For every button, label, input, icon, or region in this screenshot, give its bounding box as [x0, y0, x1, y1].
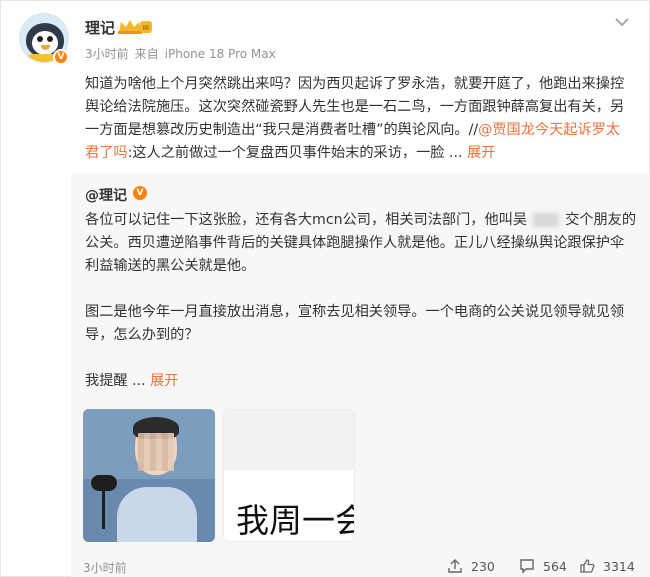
repost-para-1: 各位可以记住一下这张脸，还有各大mcn公司，相关司法部门，他叫吴 交个朋友的公关。…: [85, 209, 637, 278]
repost-author[interactable]: @理记: [85, 185, 127, 205]
repost-count: 230: [471, 559, 495, 574]
repost-author-name[interactable]: 理记: [99, 188, 127, 204]
level-badge-text: III: [143, 24, 149, 32]
like-button[interactable]: 3314: [579, 558, 635, 574]
comment-button[interactable]: 564: [519, 558, 567, 574]
repost-para-2: 图二是他今年一月直接放出消息，宣称去见相关领导。一个电商的公关说见领导就见领导，…: [85, 304, 625, 343]
repost-para-1a: 各位可以记住一下这张脸，还有各大mcn公司，相关司法部门，他叫吴: [85, 212, 528, 228]
verified-badge-icon: V: [53, 49, 69, 65]
repost-image-2[interactable]: 我周一会: [223, 409, 355, 542]
post-text: 知道为啥他上个月突然跳出来吗？因为西贝起诉了罗永浩，就要开庭了，他跑出来操控舆论…: [85, 73, 631, 165]
device-name: iPhone 18 Pro Max: [164, 47, 276, 61]
like-count: 3314: [603, 559, 635, 574]
avatar-eye-left: [37, 36, 43, 42]
chevron-down-icon[interactable]: [613, 15, 631, 29]
author-name[interactable]: 理记: [85, 17, 115, 38]
repost-time[interactable]: 3小时前: [83, 559, 127, 576]
repost-para-3: 我提醒 ... 展开: [85, 370, 637, 393]
avatar-eye-right: [47, 36, 53, 42]
comment-count: 564: [543, 559, 567, 574]
repost-expand-link[interactable]: 展开: [150, 373, 178, 389]
level-badge-icon: III: [118, 20, 152, 34]
share-icon: [448, 559, 462, 573]
comment-icon: [520, 559, 534, 574]
post-meta: 3小时前 来自 iPhone 18 Pro Max: [85, 45, 282, 62]
image-top-area: [224, 410, 354, 470]
blurred-name: [533, 213, 560, 227]
repost-image-1[interactable]: [83, 409, 215, 542]
reposted-content: @理记 V 各位可以记住一下这张脸，还有各大mcn公司，相关司法部门，他叫吴 交个…: [71, 173, 650, 577]
post-time[interactable]: 3小时前: [85, 47, 129, 61]
repost-verified-badge-icon: V: [133, 186, 147, 200]
post-text-tail: :这人之前做过一个复盘西贝事件始末的采访，一脸 ...: [127, 145, 463, 161]
image-face-mosaic: [138, 433, 174, 471]
expand-link[interactable]: 展开: [467, 145, 495, 161]
image-person-body: [117, 487, 197, 542]
repost-button[interactable]: 230: [447, 558, 495, 574]
microphone-stand: [102, 489, 105, 529]
repost-author-prefix: @: [85, 188, 99, 204]
image-2-caption: 我周一会: [236, 501, 355, 540]
repost-para-3a: 我提醒 ...: [85, 373, 146, 389]
source-prefix: 来自: [134, 47, 159, 61]
repost-text: 各位可以记住一下这张脸，还有各大mcn公司，相关司法部门，他叫吴 交个朋友的公关。…: [85, 209, 637, 393]
thumbs-up-icon: [580, 559, 595, 573]
weibo-post-card: V 理记 III 3小时前 来自 iPhone 18 Pro Max 知道为啥他上个…: [0, 0, 650, 577]
